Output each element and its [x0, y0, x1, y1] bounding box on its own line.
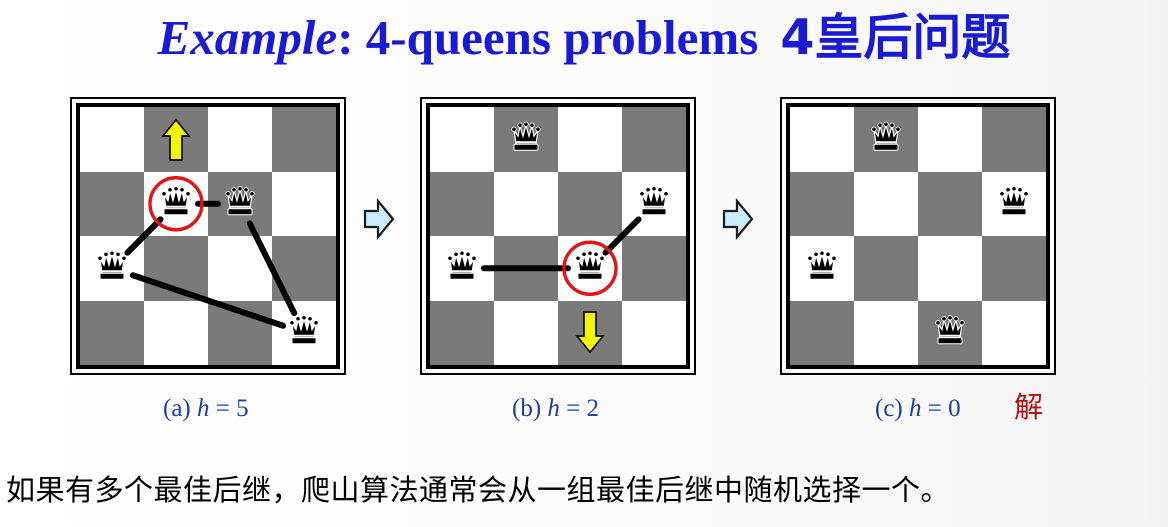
solution-label: 解: [1014, 390, 1044, 424]
caption-b-h: h: [547, 395, 560, 422]
queen-icon: [639, 186, 669, 216]
board-c: [780, 97, 1056, 375]
queen-icon: [575, 250, 605, 280]
caption-c: (c) h = 0: [875, 393, 961, 425]
caption-c-prefix: (c): [875, 395, 909, 422]
title-example: Example: [157, 10, 338, 65]
conflict-line-2: [129, 272, 287, 329]
queen-icon: [511, 121, 541, 151]
caption-a-value: = 5: [209, 395, 249, 422]
caption-b-prefix: (b): [512, 395, 548, 422]
board-b-frame: [426, 103, 690, 369]
title-chinese: 4皇后问题: [780, 9, 1011, 66]
queen-icon: [999, 186, 1029, 216]
conflict-line-0: [124, 216, 164, 256]
caption-c-value: = 0: [921, 395, 961, 422]
queen-icon: [807, 250, 837, 280]
title-main: : 4-queens problems: [337, 10, 759, 65]
caption-a-prefix: (a): [163, 395, 197, 422]
conflict-line-3: [246, 220, 298, 317]
queen-icon: [935, 315, 965, 345]
queen-icon: [97, 250, 127, 280]
queen-icon: [289, 315, 319, 345]
queen-icon: [871, 121, 901, 151]
board-c-frame: [786, 103, 1050, 369]
board-c-overlay: [807, 121, 1029, 345]
board-a-overlay: [97, 118, 319, 345]
move-arrow-up-icon: [161, 118, 191, 161]
board-a: [70, 97, 346, 375]
board-a-frame: [76, 103, 340, 369]
next-arrow-icon-2: [722, 198, 754, 240]
queen-icon: [225, 186, 255, 216]
caption-c-h: h: [909, 395, 922, 422]
caption-b: (b) h = 2: [512, 393, 599, 425]
footer-text: 如果有多个最佳后继，爬山算法通常会从一组最佳后继中随机选择一个。: [6, 473, 951, 507]
queen-icon: [447, 250, 477, 280]
caption-a: (a) h = 5: [163, 393, 249, 425]
board-b: [420, 97, 696, 375]
caption-b-value: = 2: [559, 395, 600, 422]
queen-icon: [161, 186, 191, 216]
board-b-overlay: [447, 121, 669, 354]
next-arrow-icon: [363, 198, 395, 240]
caption-a-h: h: [197, 395, 210, 422]
move-arrow-down-icon: [575, 311, 605, 354]
conflict-line-1: [602, 216, 642, 256]
slide-title: Example: 4-queens problems 4皇后问题: [0, 2, 1168, 72]
